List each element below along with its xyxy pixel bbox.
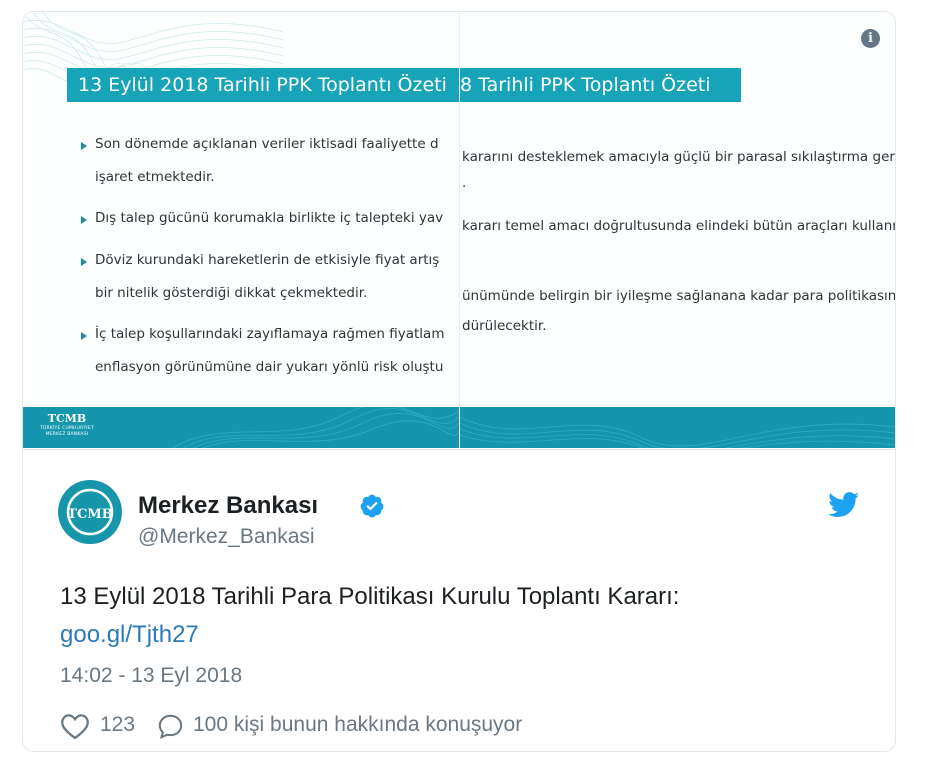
account-handle[interactable]: @Merkez_Bankasi (138, 525, 315, 549)
tcmb-slide-logo: TCMB TÜRKİYE CUMHURİYET MERKEZ BANKASI (40, 412, 94, 437)
slide-bullet-list: Son dönemde açıklanan veriler iktisadi f… (23, 12, 459, 448)
footer-wave-decoration (460, 416, 895, 448)
slide-line: dürülecektir. (462, 318, 547, 334)
verified-badge-icon (360, 494, 384, 518)
slide-line: bir nitelik gösterdiği dikkat çekmektedi… (95, 285, 368, 301)
slide-bullet-list: kararını desteklemek amacıyla güçlü bir … (460, 12, 895, 448)
info-icon[interactable]: i (861, 29, 880, 48)
bullet-arrow-icon (81, 142, 87, 150)
slide-line: Dış talep gücünü korumakla birlikte iç t… (95, 210, 444, 226)
account-name[interactable]: Merkez Bankası (138, 492, 318, 520)
slide-line: İç talep koşullarındaki zayıflamaya rağm… (95, 326, 445, 342)
tweet-body: TCMB Merkez Bankası @Merkez_Bankasi 13 E… (23, 449, 895, 751)
avatar-monogram: TCMB (67, 507, 112, 522)
bullet-arrow-icon (81, 258, 87, 266)
slide-image-left: 13 Eylül 2018 Tarihli PPK Toplantı Özeti… (23, 12, 459, 448)
slide-line: kararı temel amacı doğrultusunda elindek… (462, 218, 895, 234)
reply-bubble-icon[interactable] (157, 713, 184, 740)
tweet-embed-card: 13 Eylül 2018 Tarihli PPK Toplantı Özeti… (22, 11, 896, 752)
tweet-text: 13 Eylül 2018 Tarihli Para Politikası Ku… (60, 583, 680, 610)
slide-footer-band: TCMB TÜRKİYE CUMHURİYET MERKEZ BANKASI (23, 407, 459, 448)
avatar[interactable]: TCMB (58, 480, 122, 544)
slide-line: Döviz kurundaki hareketlerin de etkisiyl… (95, 252, 440, 268)
tweet-media[interactable]: 13 Eylül 2018 Tarihli PPK Toplantı Özeti… (23, 12, 895, 448)
slide-line: ünümünde belirgin bir iyileşme sağlanana… (462, 288, 895, 304)
like-count[interactable]: 123 (100, 713, 135, 737)
slide-footer-band (460, 407, 895, 448)
bullet-arrow-icon (81, 332, 87, 340)
bullet-arrow-icon (81, 216, 87, 224)
slide-line: Son dönemde açıklanan veriler iktisadi f… (95, 136, 439, 152)
heart-icon[interactable] (60, 712, 90, 740)
twitter-bird-icon[interactable] (828, 492, 860, 518)
tweet-timestamp[interactable]: 14:02 - 13 Eyl 2018 (60, 664, 242, 688)
slide-line: . (462, 175, 467, 191)
slide-image-right: 8 Tarihli PPK Toplantı Özeti kararını de… (460, 12, 895, 448)
tcmb-logo-icon: TCMB (66, 488, 114, 536)
tweet-link[interactable]: goo.gl/Tjth27 (60, 621, 199, 649)
conversation-link[interactable]: 100 kişi bunun hakkında konuşuyor (193, 713, 522, 737)
slide-line: kararını desteklemek amacıyla güçlü bir … (462, 149, 895, 165)
slide-line: enflasyon görünümüne dair yukarı yönlü r… (95, 359, 444, 375)
slide-line: işaret etmektedir. (95, 169, 215, 185)
